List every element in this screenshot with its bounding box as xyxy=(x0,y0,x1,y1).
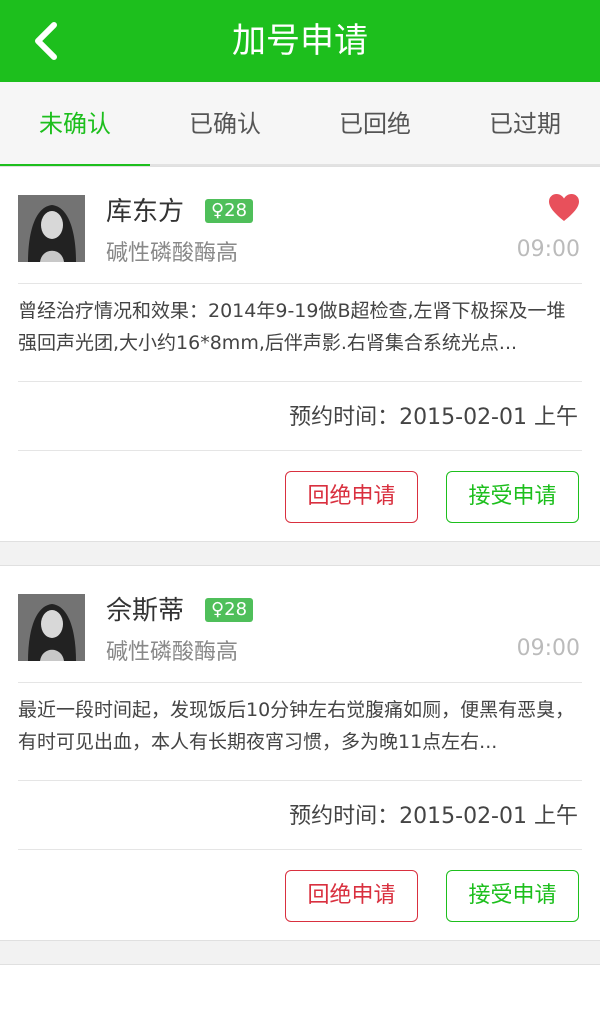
appointment-label: 预约时间： xyxy=(289,405,400,430)
request-card xyxy=(0,964,600,1028)
divider xyxy=(18,849,582,850)
divider xyxy=(18,450,582,451)
appointment-time: 预约时间：2015-02-01 上午 xyxy=(289,798,578,830)
appointment-value: 2015-02-01 上午 xyxy=(399,804,578,829)
appointment-time: 预约时间：2015-02-01 上午 xyxy=(289,399,578,431)
request-time: 09:00 xyxy=(516,636,580,661)
treatment-description: 曾经治疗情况和效果：2014年9-19做B超检查,左肾下极探及一堆强回声光团,大… xyxy=(18,300,566,354)
request-time: 09:00 xyxy=(516,237,580,262)
reject-request-button[interactable]: 回绝申请 xyxy=(285,870,418,922)
reject-request-button[interactable]: 回绝申请 xyxy=(285,471,418,523)
appointment-label: 预约时间： xyxy=(289,804,400,829)
divider xyxy=(18,780,582,781)
avatar[interactable] xyxy=(18,195,85,262)
app-header: 加号申请 xyxy=(0,0,600,82)
treatment-description: 最近一段时间起，发现饭后10分钟左右觉腹痛如厕，便黑有恶臭，有时可见出血，本人有… xyxy=(18,699,575,753)
divider xyxy=(18,381,582,382)
page-title: 加号申请 xyxy=(232,21,368,61)
tab-bar: 未确认 已确认 已回绝 已过期 xyxy=(0,82,600,168)
patient-name: 库东方 xyxy=(106,197,185,227)
appointment-value: 2015-02-01 上午 xyxy=(399,405,578,430)
gender-age-badge: ♀28 xyxy=(205,199,254,223)
diagnosis-text: 碱性磷酸酶高 xyxy=(106,640,239,665)
request-card: 库东方 ♀28 碱性磷酸酶高 09:00 曾经治疗情况和效果：2014年9-19… xyxy=(0,166,600,542)
tab-expired[interactable]: 已过期 xyxy=(450,82,600,166)
request-card: 佘斯蒂 ♀28 碱性磷酸酶高 09:00 最近一段时间起，发现饭后10分钟左右觉… xyxy=(0,565,600,941)
patient-name: 佘斯蒂 xyxy=(106,596,185,626)
tab-unconfirmed[interactable]: 未确认 xyxy=(0,82,150,168)
diagnosis-text: 碱性磷酸酶高 xyxy=(106,241,239,266)
accept-request-button[interactable]: 接受申请 xyxy=(446,471,579,523)
heart-icon xyxy=(549,194,579,221)
gender-age-badge: ♀28 xyxy=(205,598,254,622)
avatar[interactable] xyxy=(18,594,85,661)
tab-rejected[interactable]: 已回绝 xyxy=(300,82,450,166)
divider xyxy=(18,682,582,683)
tab-confirmed[interactable]: 已确认 xyxy=(150,82,300,166)
divider xyxy=(18,283,582,284)
favorite-button[interactable] xyxy=(548,193,580,223)
accept-request-button[interactable]: 接受申请 xyxy=(446,870,579,922)
